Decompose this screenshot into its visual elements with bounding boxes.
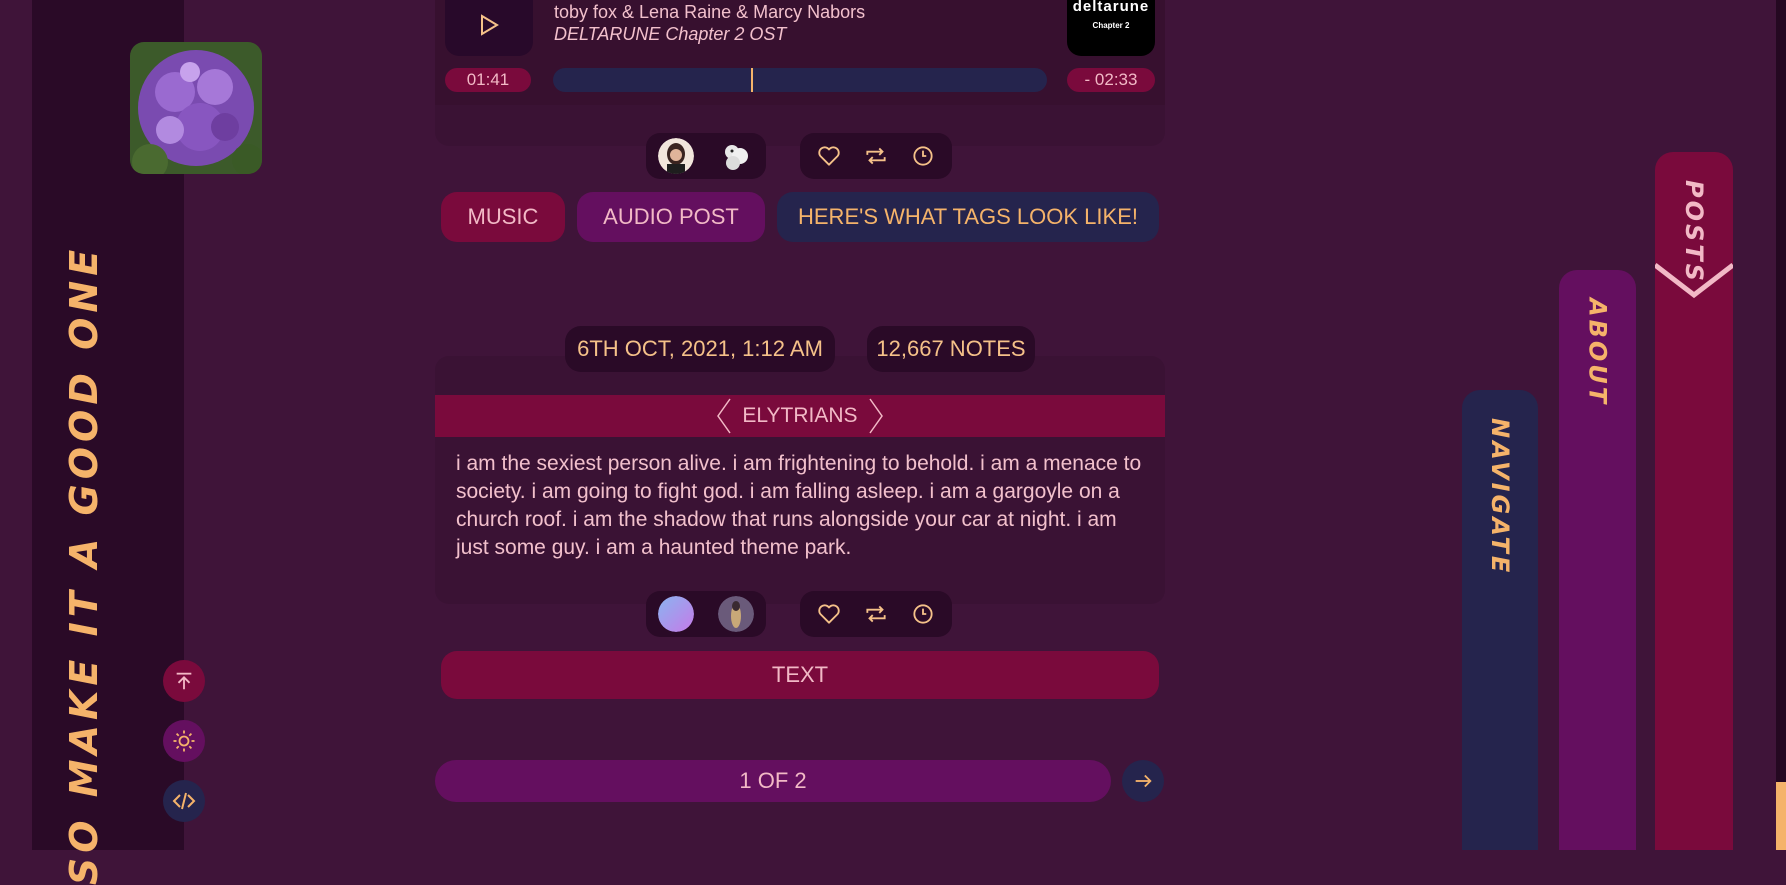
track-artist: toby fox & Lena Raine & Marcy Nabors: [554, 2, 866, 22]
post-actions: [800, 591, 952, 637]
clock-icon[interactable]: [910, 601, 936, 627]
active-indicator-icon: [1655, 263, 1733, 299]
theme-toggle-button[interactable]: [163, 720, 205, 762]
reblog-icon[interactable]: [863, 601, 889, 627]
play-icon: [481, 14, 499, 36]
sun-icon: [173, 730, 195, 752]
nav-navigate[interactable]: NAVIGATE: [1462, 390, 1538, 850]
cover-title: deltarune: [1072, 0, 1150, 15]
reblogger-avatar[interactable]: [718, 596, 754, 632]
post-body: i am the sexiest person alive. i am frig…: [456, 452, 1142, 559]
post-notes[interactable]: 12,667 NOTES: [867, 326, 1035, 372]
reblog-trail: [646, 133, 766, 179]
chevron-right-icon: [868, 398, 883, 434]
scroll-to-top-button[interactable]: [163, 660, 205, 702]
nav-about-label: ABOUT: [1583, 298, 1612, 407]
heart-icon[interactable]: [816, 601, 842, 627]
reblogger-avatar[interactable]: [718, 138, 754, 174]
scroll-to-top-icon: [176, 672, 192, 690]
code-button[interactable]: [163, 780, 205, 822]
scrollbar-track[interactable]: [1776, 0, 1786, 850]
reblogger-avatar[interactable]: [658, 138, 694, 174]
blog-avatar[interactable]: [130, 42, 262, 174]
cover-subtitle: Chapter 2: [1092, 21, 1130, 30]
post-author: ELYTRIANS: [435, 395, 1165, 437]
chevron-left-icon: [717, 398, 732, 434]
track-album: DELTARUNE Chapter 2 OST: [554, 24, 787, 44]
post-type-text[interactable]: TEXT: [441, 651, 1159, 699]
remaining-time: - 02:33: [1067, 68, 1155, 92]
play-button[interactable]: [445, 0, 533, 56]
tag-example[interactable]: HERE'S WHAT TAGS LOOK LIKE!: [777, 192, 1159, 242]
pagination-label: 1 OF 2: [435, 760, 1111, 802]
tag-music[interactable]: MUSIC: [441, 192, 565, 242]
nav-navigate-label: NAVIGATE: [1486, 418, 1514, 576]
clock-icon[interactable]: [910, 143, 936, 169]
progress-marker[interactable]: [750, 68, 753, 92]
scrollbar-thumb[interactable]: [1776, 782, 1786, 850]
next-page-button[interactable]: [1122, 760, 1164, 802]
heart-icon[interactable]: [816, 143, 842, 169]
reblog-icon[interactable]: [863, 143, 889, 169]
blog-title: SO MAKE IT A GOOD ONE: [62, 244, 107, 885]
nav-posts[interactable]: POSTS: [1655, 152, 1733, 850]
code-icon: [172, 792, 196, 810]
post-actions: [800, 133, 952, 179]
nav-about[interactable]: ABOUT: [1559, 270, 1636, 850]
post-date[interactable]: 6TH OCT, 2021, 1:12 AM: [565, 326, 835, 372]
author-username[interactable]: ELYTRIANS: [742, 404, 857, 428]
reblog-trail: [646, 591, 766, 637]
reblogger-avatar[interactable]: [658, 596, 694, 632]
elapsed-time: 01:41: [445, 68, 531, 92]
arrow-right-icon: [1135, 774, 1152, 788]
progress-bar[interactable]: [553, 68, 1047, 92]
tag-audio-post[interactable]: AUDIO POST: [577, 192, 765, 242]
album-cover: deltarune Chapter 2: [1067, 0, 1155, 56]
